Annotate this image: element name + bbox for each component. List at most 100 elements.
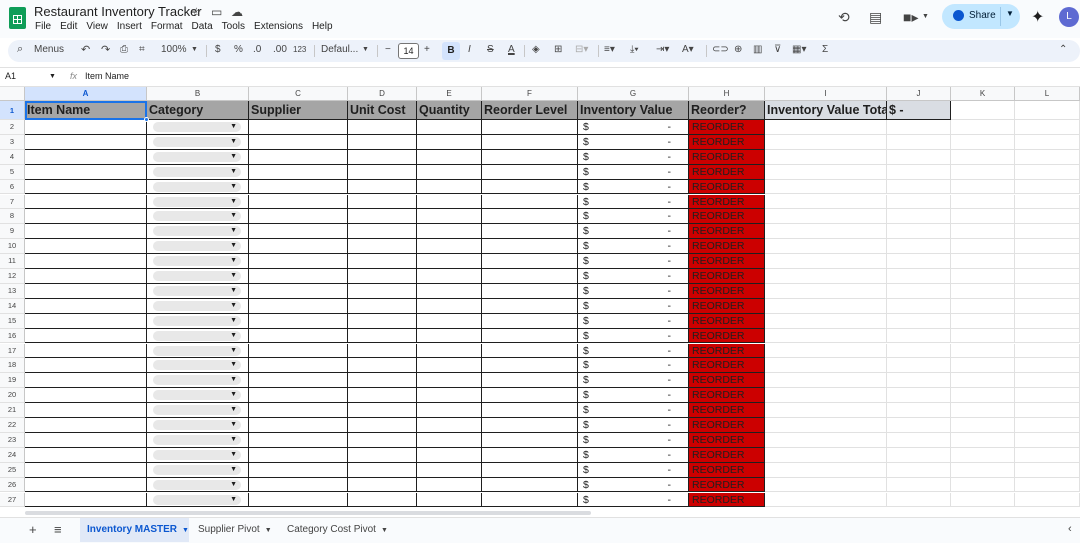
dropdown-arrow-icon[interactable]: ▼ bbox=[230, 495, 237, 505]
grid-cell[interactable] bbox=[1015, 447, 1080, 463]
grid-cell[interactable] bbox=[887, 120, 951, 135]
grid-cell[interactable] bbox=[887, 328, 951, 344]
menu-edit[interactable]: Edit bbox=[60, 21, 77, 32]
reorder-flag-cell[interactable]: REORDER bbox=[689, 209, 765, 225]
grid-cell[interactable] bbox=[25, 120, 147, 135]
dropdown-arrow-icon[interactable]: ▼ bbox=[230, 182, 237, 192]
category-dropdown-chip[interactable]: ▼ bbox=[153, 330, 241, 341]
grid-cell[interactable] bbox=[25, 328, 147, 344]
category-dropdown-chip[interactable]: ▼ bbox=[153, 479, 241, 490]
dropdown-arrow-icon[interactable]: ▼ bbox=[230, 405, 237, 415]
grid-cell[interactable] bbox=[951, 432, 1015, 448]
category-dropdown-cell[interactable]: ▼ bbox=[147, 462, 249, 478]
grid-cell[interactable] bbox=[25, 164, 147, 180]
grid-cell[interactable] bbox=[249, 269, 348, 284]
category-dropdown-cell[interactable]: ▼ bbox=[147, 224, 249, 240]
merge-cells-icon[interactable]: ⊟▾ bbox=[575, 44, 588, 55]
grid-cell[interactable] bbox=[417, 134, 482, 150]
grid-cell[interactable] bbox=[1015, 134, 1080, 150]
grid-cell[interactable] bbox=[348, 298, 417, 314]
reorder-flag-cell[interactable]: REORDER bbox=[689, 358, 765, 374]
row-header[interactable]: 17 bbox=[0, 343, 25, 359]
dropdown-arrow-icon[interactable]: ▼ bbox=[230, 197, 237, 207]
grid-cell[interactable] bbox=[348, 388, 417, 404]
reorder-flag-cell[interactable]: REORDER bbox=[689, 418, 765, 433]
header-cell[interactable]: $ - bbox=[887, 101, 951, 120]
grid-cell[interactable] bbox=[482, 447, 578, 463]
category-dropdown-cell[interactable]: ▼ bbox=[147, 418, 249, 433]
row-header[interactable]: 12 bbox=[0, 269, 25, 284]
category-dropdown-cell[interactable]: ▼ bbox=[147, 239, 249, 255]
collapse-toolbar-icon[interactable]: ⌃ bbox=[1059, 44, 1067, 55]
dropdown-arrow-icon[interactable]: ▼ bbox=[230, 450, 237, 460]
grid-cell[interactable] bbox=[25, 224, 147, 240]
column-header-i[interactable]: I bbox=[765, 87, 887, 101]
grid-cell[interactable] bbox=[951, 313, 1015, 329]
category-dropdown-chip[interactable]: ▼ bbox=[153, 375, 241, 386]
grid-cell[interactable] bbox=[765, 432, 887, 448]
menu-insert[interactable]: Insert bbox=[117, 21, 142, 32]
row-header[interactable]: 21 bbox=[0, 403, 25, 418]
grid-cell[interactable] bbox=[887, 358, 951, 374]
category-dropdown-cell[interactable]: ▼ bbox=[147, 313, 249, 329]
reorder-flag-cell[interactable]: REORDER bbox=[689, 447, 765, 463]
category-dropdown-chip[interactable]: ▼ bbox=[153, 449, 241, 460]
inventory-value-cell[interactable]: $ - bbox=[578, 343, 689, 359]
grid-cell[interactable] bbox=[1015, 164, 1080, 180]
grid-cell[interactable] bbox=[25, 343, 147, 359]
sheet-tab[interactable]: Inventory MASTER ▼ bbox=[80, 518, 189, 542]
grid-cell[interactable] bbox=[765, 388, 887, 404]
grid-cell[interactable] bbox=[249, 209, 348, 225]
grid-cell[interactable] bbox=[482, 403, 578, 418]
grid-cell[interactable] bbox=[887, 194, 951, 210]
decrease-decimal-button[interactable]: .0 bbox=[253, 44, 261, 55]
row-header[interactable]: 27 bbox=[0, 492, 25, 508]
grid-cell[interactable] bbox=[249, 373, 348, 389]
grid-cell[interactable] bbox=[887, 343, 951, 359]
formula-input[interactable]: Item Name bbox=[85, 71, 129, 81]
menu-data[interactable]: Data bbox=[192, 21, 213, 32]
reorder-flag-cell[interactable]: REORDER bbox=[689, 373, 765, 389]
bold-button[interactable]: B bbox=[442, 42, 460, 60]
inventory-value-cell[interactable]: $ - bbox=[578, 283, 689, 299]
grid-cell[interactable] bbox=[951, 194, 1015, 210]
dropdown-arrow-icon[interactable]: ▼ bbox=[230, 226, 237, 236]
zoom-select[interactable]: 100% bbox=[161, 44, 187, 55]
grid-cell[interactable] bbox=[249, 194, 348, 210]
grid-cell[interactable] bbox=[417, 164, 482, 180]
grid-cell[interactable] bbox=[249, 164, 348, 180]
inventory-value-cell[interactable]: $ - bbox=[578, 328, 689, 344]
column-header-a[interactable]: A bbox=[25, 87, 147, 101]
sheet-menu-dropdown-icon[interactable]: ▼ bbox=[381, 527, 388, 534]
reorder-flag-cell[interactable]: REORDER bbox=[689, 134, 765, 150]
column-header-b[interactable]: B bbox=[147, 87, 249, 101]
comments-icon[interactable]: ▤ bbox=[869, 9, 882, 26]
dropdown-arrow-icon[interactable]: ▼ bbox=[230, 480, 237, 490]
category-dropdown-cell[interactable]: ▼ bbox=[147, 254, 249, 269]
grid-cell[interactable] bbox=[348, 313, 417, 329]
inventory-value-cell[interactable]: $ - bbox=[578, 313, 689, 329]
grid-cell[interactable] bbox=[348, 239, 417, 255]
grid-cell[interactable] bbox=[249, 120, 348, 135]
grid-cell[interactable] bbox=[482, 194, 578, 210]
grid-cell[interactable] bbox=[482, 328, 578, 344]
grid-cell[interactable] bbox=[951, 179, 1015, 195]
inventory-value-cell[interactable]: $ - bbox=[578, 403, 689, 418]
menus-search-label[interactable]: Menus bbox=[34, 44, 64, 55]
grid-cell[interactable] bbox=[765, 194, 887, 210]
grid-cell[interactable] bbox=[951, 447, 1015, 463]
header-cell[interactable]: Category bbox=[147, 101, 249, 120]
grid-cell[interactable] bbox=[951, 403, 1015, 418]
grid-cell[interactable] bbox=[1015, 298, 1080, 314]
dropdown-arrow-icon[interactable]: ▼ bbox=[230, 152, 237, 162]
undo-icon[interactable]: ↶ bbox=[81, 43, 90, 56]
row-header[interactable]: 3 bbox=[0, 134, 25, 150]
grid-cell[interactable] bbox=[887, 269, 951, 284]
category-dropdown-chip[interactable]: ▼ bbox=[153, 345, 241, 356]
header-cell[interactable]: Reorder? bbox=[689, 101, 765, 120]
grid-cell[interactable] bbox=[482, 239, 578, 255]
dropdown-arrow-icon[interactable]: ▼ bbox=[230, 301, 237, 311]
inventory-value-cell[interactable]: $ - bbox=[578, 164, 689, 180]
grid-cell[interactable] bbox=[249, 179, 348, 195]
grid-cell[interactable] bbox=[249, 418, 348, 433]
